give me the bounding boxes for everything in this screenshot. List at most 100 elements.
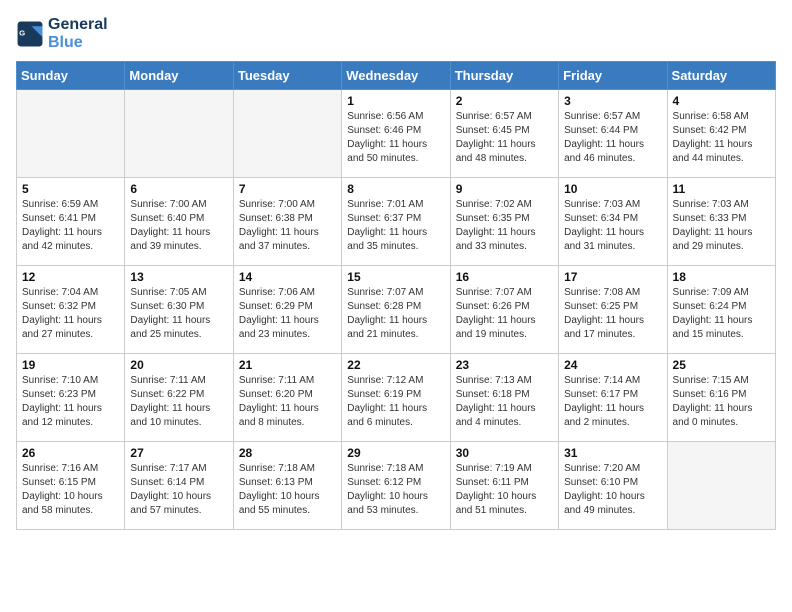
day-info: Sunrise: 7:07 AM Sunset: 6:28 PM Dayligh… — [347, 286, 444, 342]
day-info: Sunrise: 7:13 AM Sunset: 6:18 PM Dayligh… — [456, 374, 553, 430]
calendar-cell: 9 Sunrise: 7:02 AM Sunset: 6:35 PM Daylig… — [450, 178, 558, 266]
calendar-cell — [125, 90, 233, 178]
calendar-cell: 4 Sunrise: 6:58 AM Sunset: 6:42 PM Daylig… — [667, 90, 775, 178]
day-number: 20 — [130, 358, 227, 372]
calendar-cell: 21 Sunrise: 7:11 AM Sunset: 6:20 PM Dayli… — [233, 354, 341, 442]
day-info: Sunrise: 7:11 AM Sunset: 6:22 PM Dayligh… — [130, 374, 227, 430]
calendar-cell: 7Sunrise: 7:00 AM Sunset: 6:38 PM Daylig… — [233, 178, 341, 266]
day-info: Sunrise: 7:02 AM Sunset: 6:35 PM Dayligh… — [456, 198, 553, 254]
logo-icon: G — [16, 20, 44, 48]
day-info: Sunrise: 7:17 AM Sunset: 6:14 PM Dayligh… — [130, 462, 227, 518]
day-number: 2 — [456, 94, 553, 108]
day-info: Sunrise: 7:09 AM Sunset: 6:24 PM Dayligh… — [673, 286, 770, 342]
day-number: 13 — [130, 270, 227, 284]
weekday-header-sunday: Sunday — [17, 62, 125, 90]
day-info: Sunrise: 7:04 AM Sunset: 6:32 PM Dayligh… — [22, 286, 119, 342]
day-number: 26 — [22, 446, 119, 460]
day-info: Sunrise: 7:14 AM Sunset: 6:17 PM Dayligh… — [564, 374, 661, 430]
day-info: Sunrise: 7:19 AM Sunset: 6:11 PM Dayligh… — [456, 462, 553, 518]
calendar-cell: 11 Sunrise: 7:03 AM Sunset: 6:33 PM Dayli… — [667, 178, 775, 266]
weekday-header-friday: Friday — [559, 62, 667, 90]
calendar-cell: 19Sunrise: 7:10 AM Sunset: 6:23 PM Dayli… — [17, 354, 125, 442]
calendar-cell: 24 Sunrise: 7:14 AM Sunset: 6:17 PM Dayli… — [559, 354, 667, 442]
day-number: 9 — [456, 182, 553, 196]
calendar-cell: 13 Sunrise: 7:05 AM Sunset: 6:30 PM Dayli… — [125, 266, 233, 354]
calendar-cell: 3 Sunrise: 6:57 AM Sunset: 6:44 PM Daylig… — [559, 90, 667, 178]
day-number: 4 — [673, 94, 770, 108]
calendar-cell: 2 Sunrise: 6:57 AM Sunset: 6:45 PM Daylig… — [450, 90, 558, 178]
page-header: G General Blue — [16, 16, 776, 51]
calendar-cell: 26 Sunrise: 7:16 AM Sunset: 6:15 PM Dayli… — [17, 442, 125, 530]
calendar-cell: 30 Sunrise: 7:19 AM Sunset: 6:11 PM Dayli… — [450, 442, 558, 530]
calendar-cell: 12 Sunrise: 7:04 AM Sunset: 6:32 PM Dayli… — [17, 266, 125, 354]
day-info: Sunrise: 7:11 AM Sunset: 6:20 PM Dayligh… — [239, 374, 336, 430]
day-info: Sunrise: 6:59 AM Sunset: 6:41 PM Dayligh… — [22, 198, 119, 254]
calendar-cell — [667, 442, 775, 530]
day-info: Sunrise: 6:57 AM Sunset: 6:44 PM Dayligh… — [564, 110, 661, 166]
week-row-5: 26 Sunrise: 7:16 AM Sunset: 6:15 PM Dayli… — [17, 442, 776, 530]
weekday-header-wednesday: Wednesday — [342, 62, 450, 90]
day-info: Sunrise: 7:08 AM Sunset: 6:25 PM Dayligh… — [564, 286, 661, 342]
day-number: 30 — [456, 446, 553, 460]
day-number: 18 — [673, 270, 770, 284]
weekday-header-row: SundayMondayTuesdayWednesdayThursdayFrid… — [17, 62, 776, 90]
week-row-2: 5 Sunrise: 6:59 AM Sunset: 6:41 PM Daylig… — [17, 178, 776, 266]
day-info: Sunrise: 6:58 AM Sunset: 6:42 PM Dayligh… — [673, 110, 770, 166]
week-row-1: 1 Sunrise: 6:56 AM Sunset: 6:46 PM Daylig… — [17, 90, 776, 178]
day-info: Sunrise: 7:07 AM Sunset: 6:26 PM Dayligh… — [456, 286, 553, 342]
day-number: 24 — [564, 358, 661, 372]
calendar-cell: 15 Sunrise: 7:07 AM Sunset: 6:28 PM Dayli… — [342, 266, 450, 354]
calendar-cell: 20 Sunrise: 7:11 AM Sunset: 6:22 PM Dayli… — [125, 354, 233, 442]
calendar-cell: 28 Sunrise: 7:18 AM Sunset: 6:13 PM Dayli… — [233, 442, 341, 530]
day-number: 15 — [347, 270, 444, 284]
calendar-cell: 10 Sunrise: 7:03 AM Sunset: 6:34 PM Dayli… — [559, 178, 667, 266]
day-info: Sunrise: 7:18 AM Sunset: 6:12 PM Dayligh… — [347, 462, 444, 518]
day-number: 22 — [347, 358, 444, 372]
day-info: Sunrise: 7:20 AM Sunset: 6:10 PM Dayligh… — [564, 462, 661, 518]
calendar-cell: 25 Sunrise: 7:15 AM Sunset: 6:16 PM Dayli… — [667, 354, 775, 442]
day-number: 23 — [456, 358, 553, 372]
weekday-header-tuesday: Tuesday — [233, 62, 341, 90]
day-info: Sunrise: 6:56 AM Sunset: 6:46 PM Dayligh… — [347, 110, 444, 166]
week-row-3: 12 Sunrise: 7:04 AM Sunset: 6:32 PM Dayli… — [17, 266, 776, 354]
day-number: 27 — [130, 446, 227, 460]
calendar-cell: 17Sunrise: 7:08 AM Sunset: 6:25 PM Dayli… — [559, 266, 667, 354]
day-info: Sunrise: 7:03 AM Sunset: 6:34 PM Dayligh… — [564, 198, 661, 254]
calendar-cell: 29 Sunrise: 7:18 AM Sunset: 6:12 PM Dayli… — [342, 442, 450, 530]
weekday-header-monday: Monday — [125, 62, 233, 90]
calendar-cell: 18 Sunrise: 7:09 AM Sunset: 6:24 PM Dayli… — [667, 266, 775, 354]
calendar-cell: 6Sunrise: 7:00 AM Sunset: 6:40 PM Daylig… — [125, 178, 233, 266]
day-number: 28 — [239, 446, 336, 460]
day-number: 6 — [130, 182, 227, 196]
day-number: 21 — [239, 358, 336, 372]
day-info: Sunrise: 7:15 AM Sunset: 6:16 PM Dayligh… — [673, 374, 770, 430]
day-info: Sunrise: 7:18 AM Sunset: 6:13 PM Dayligh… — [239, 462, 336, 518]
day-number: 25 — [673, 358, 770, 372]
weekday-header-saturday: Saturday — [667, 62, 775, 90]
calendar-cell: 31 Sunrise: 7:20 AM Sunset: 6:10 PM Dayli… — [559, 442, 667, 530]
day-info: Sunrise: 7:16 AM Sunset: 6:15 PM Dayligh… — [22, 462, 119, 518]
calendar-cell: 14 Sunrise: 7:06 AM Sunset: 6:29 PM Dayli… — [233, 266, 341, 354]
calendar-cell: 1 Sunrise: 6:56 AM Sunset: 6:46 PM Daylig… — [342, 90, 450, 178]
day-number: 14 — [239, 270, 336, 284]
day-number: 19 — [22, 358, 119, 372]
calendar-cell: 5 Sunrise: 6:59 AM Sunset: 6:41 PM Daylig… — [17, 178, 125, 266]
day-number: 11 — [673, 182, 770, 196]
day-number: 1 — [347, 94, 444, 108]
day-number: 31 — [564, 446, 661, 460]
day-info: Sunrise: 6:57 AM Sunset: 6:45 PM Dayligh… — [456, 110, 553, 166]
day-info: Sunrise: 7:05 AM Sunset: 6:30 PM Dayligh… — [130, 286, 227, 342]
day-info: Sunrise: 7:12 AM Sunset: 6:19 PM Dayligh… — [347, 374, 444, 430]
day-number: 12 — [22, 270, 119, 284]
day-number: 7 — [239, 182, 336, 196]
day-number: 3 — [564, 94, 661, 108]
day-number: 10 — [564, 182, 661, 196]
day-info: Sunrise: 7:03 AM Sunset: 6:33 PM Dayligh… — [673, 198, 770, 254]
weekday-header-thursday: Thursday — [450, 62, 558, 90]
day-number: 29 — [347, 446, 444, 460]
calendar-cell — [17, 90, 125, 178]
calendar-cell: 27 Sunrise: 7:17 AM Sunset: 6:14 PM Dayli… — [125, 442, 233, 530]
calendar-table: SundayMondayTuesdayWednesdayThursdayFrid… — [16, 61, 776, 530]
day-info: Sunrise: 7:06 AM Sunset: 6:29 PM Dayligh… — [239, 286, 336, 342]
day-number: 5 — [22, 182, 119, 196]
